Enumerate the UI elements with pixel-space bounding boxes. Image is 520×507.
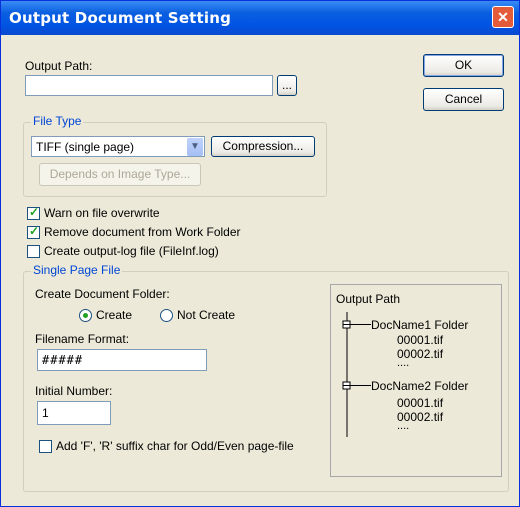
preview-file: .... — [397, 357, 410, 369]
radio-not-create[interactable] — [160, 309, 173, 322]
file-type-legend: File Type — [31, 114, 84, 128]
check-icon: ✓ — [29, 224, 40, 238]
preview-file: 00001.tif — [397, 396, 444, 410]
warn-overwrite-checkbox[interactable]: ✓ — [27, 205, 40, 220]
initial-number-input[interactable] — [37, 401, 111, 425]
suffix-checkbox[interactable] — [39, 440, 52, 453]
create-log-checkbox[interactable] — [27, 245, 40, 258]
browse-button[interactable]: ... — [277, 75, 297, 96]
depends-on-image-type-button: Depends on Image Type... — [39, 163, 201, 186]
compression-button[interactable]: Compression... — [211, 136, 315, 157]
cancel-button[interactable]: Cancel — [423, 88, 504, 111]
filename-format-input[interactable] — [37, 349, 207, 371]
radio-not-create-label: Not Create — [177, 308, 236, 322]
close-button[interactable]: ✕ — [492, 6, 514, 28]
initial-number-label: Initial Number: — [35, 384, 113, 398]
radio-create-label: Create — [96, 308, 133, 322]
preview-folder-2: DocName2 Folder — [371, 379, 469, 393]
single-page-legend: Single Page File — [31, 263, 123, 277]
preview-folder-1: DocName1 Folder — [371, 318, 469, 332]
suffix-label: Add 'F', 'R' suffix char for Odd/Even pa… — [56, 439, 294, 453]
close-icon: ✕ — [497, 9, 509, 25]
file-type-select[interactable]: TIFF (single page) ▼ — [31, 136, 205, 157]
ok-button[interactable]: OK — [423, 54, 504, 77]
dialog-window: Output Document Setting ✕ Output Path: .… — [0, 0, 520, 507]
radio-create[interactable] — [79, 309, 92, 322]
output-path-input[interactable] — [25, 75, 273, 96]
warn-overwrite-label: Warn on file overwrite — [44, 206, 160, 220]
title-bar[interactable]: Output Document Setting ✕ — [1, 1, 519, 35]
radio-selected-dot — [83, 313, 88, 318]
output-path-preview: Output Path DocName1 Folder 00001.tif 00… — [330, 284, 502, 477]
filename-format-label: Filename Format: — [35, 332, 130, 346]
remove-document-label: Remove document from Work Folder — [44, 225, 241, 239]
create-log-label: Create output-log file (FileInf.log) — [44, 244, 219, 258]
check-icon: ✓ — [29, 205, 40, 219]
chevron-down-icon[interactable]: ▼ — [187, 138, 203, 156]
window-title: Output Document Setting — [9, 9, 232, 27]
remove-document-checkbox[interactable]: ✓ — [27, 224, 40, 239]
preview-file: 00001.tif — [397, 333, 444, 347]
output-path-label: Output Path: — [25, 59, 93, 73]
file-type-value: TIFF (single page) — [36, 140, 135, 154]
preview-file: .... — [397, 420, 410, 432]
create-folder-label: Create Document Folder: — [35, 287, 170, 301]
